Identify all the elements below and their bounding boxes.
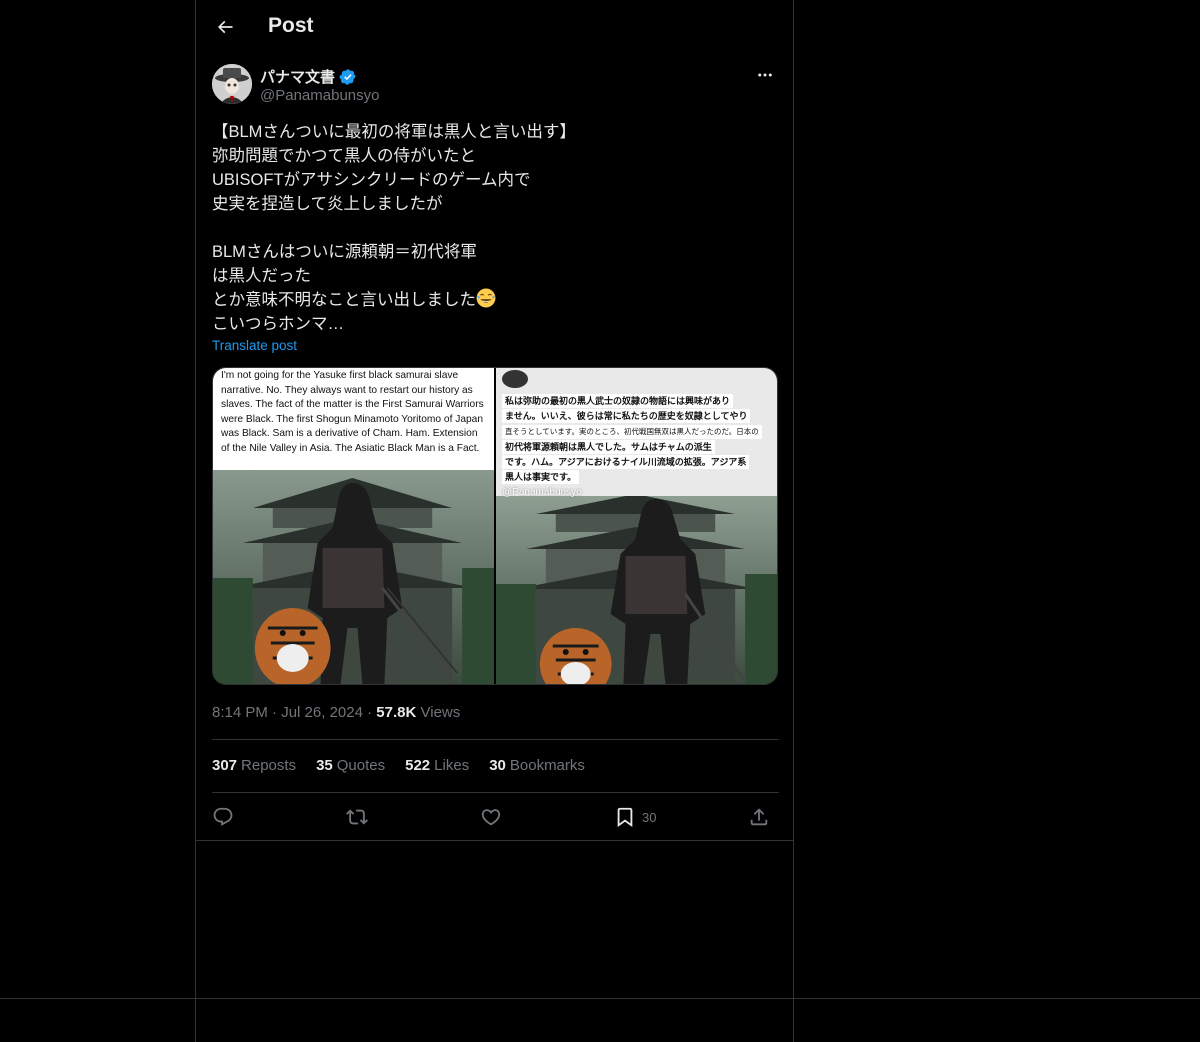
caption-line: 黒人は事実です。 [502,470,580,484]
handle[interactable]: @Panamabunsyo [260,87,379,104]
quotes-count: 35 [316,757,333,774]
post-body: 【BLMさんついに最初の将軍は黒人と言い出す】 弥助問題でかつて黒人の侍がいたと… [212,123,576,309]
quotes-label: Quotes [336,757,386,774]
share-button[interactable] [748,803,770,831]
post-author: パナマ文書 @Panamabunsyo [212,64,779,108]
share-icon [750,808,768,826]
verified-badge-icon[interactable] [339,68,357,86]
action-bar: 30 [212,803,779,831]
caption-line: です。ハム。アジアにおけるナイル川流域の拡張。アジア系 [502,455,750,469]
bookmarks-label: Bookmarks [509,757,585,774]
samurai-tiger-scene-left [213,468,494,684]
views-label: Views [420,704,461,721]
post-text: 【BLMさんついに最初の将軍は黒人と言い出す】 弥助問題でかつて黒人の侍がいたと… [212,120,779,336]
bottom-border [0,998,1200,999]
english-caption: I'm not going for the Yasuke first black… [213,368,494,470]
caption-watermark: @Panamabunsyo [502,487,582,498]
face-with-tears-of-joy-icon [476,288,496,308]
page-title: Post [268,14,314,37]
post-body-tail: こいつらホンマ… [212,315,344,333]
divider [212,739,779,740]
translate-post-link[interactable]: Translate post [212,338,297,353]
back-button[interactable] [212,14,238,40]
bookmark-count: 30 [642,809,657,825]
header: Post [196,0,793,54]
likes-count: 522 [405,757,431,774]
like-button[interactable] [480,803,502,831]
avatar[interactable] [212,64,252,104]
caption-line: 私は弥助の最初の黒人武士の奴隷の物語には興味があり [502,394,734,408]
bookmarks-stat[interactable]: 30 Bookmarks [489,757,585,774]
likes-label: Likes [434,757,470,774]
meta-separator: · [272,704,278,721]
media-image-left[interactable]: I'm not going for the Yasuke first black… [213,368,494,684]
arrow-left-icon [217,20,233,34]
reply-button[interactable] [212,803,234,831]
divider [196,840,793,841]
caption-line: 直そうとしています。実のところ、初代戦国無双は黒人だったのだ。日本の [502,425,762,439]
more-button[interactable] [751,64,779,86]
main-column: Post パナマ文書 @Panamabunsyo 【BLMさんついに最初の将軍は… [195,0,794,1042]
post-meta: 8:14 PM · Jul 26, 2024 · 57.8K Views [212,704,460,721]
reposts-stat[interactable]: 307 Reposts [212,757,296,774]
views-count: 57.8K [376,704,417,721]
meta-separator: · [367,704,373,721]
likes-stat[interactable]: 522 Likes [405,757,469,774]
heart-icon [481,809,501,826]
bookmark-button[interactable]: 30 [614,803,656,831]
reposts-count: 307 [212,757,238,774]
post-media[interactable]: I'm not going for the Yasuke first black… [212,367,778,685]
reposts-label: Reposts [241,757,297,774]
name-row: パナマ文書 [260,66,357,87]
divider [212,792,779,793]
post-date[interactable]: Jul 26, 2024 [281,704,363,721]
display-name[interactable]: パナマ文書 [260,66,335,87]
quotes-stat[interactable]: 35 Quotes [316,757,385,774]
caption-line: ません。いいえ、彼らは常に私たちの歴史を奴隷としてやり [502,409,751,423]
japanese-caption: 私は弥助の最初の黒人武士の奴隷の物語には興味があり ません。いいえ、彼らは常に私… [496,368,777,498]
bookmark-icon [617,807,633,828]
reply-icon [213,807,233,826]
caption-line: 初代将軍源頼朝は黒人でした。サムはチャムの派生 [502,440,715,454]
samurai-tiger-scene-right [496,494,777,684]
repost-button[interactable] [346,803,368,831]
engagement-stats: 307 Reposts 35 Quotes 522 Likes 30 Bookmarks [212,757,585,774]
bookmarks-count: 30 [489,757,506,774]
repost-icon [346,809,368,825]
more-dots-icon [758,73,772,77]
post-time[interactable]: 8:14 PM [212,704,268,721]
caption-avatar [502,370,528,388]
media-image-right[interactable]: 私は弥助の最初の黒人武士の奴隷の物語には興味があり ません。いいえ、彼らは常に私… [496,368,777,684]
